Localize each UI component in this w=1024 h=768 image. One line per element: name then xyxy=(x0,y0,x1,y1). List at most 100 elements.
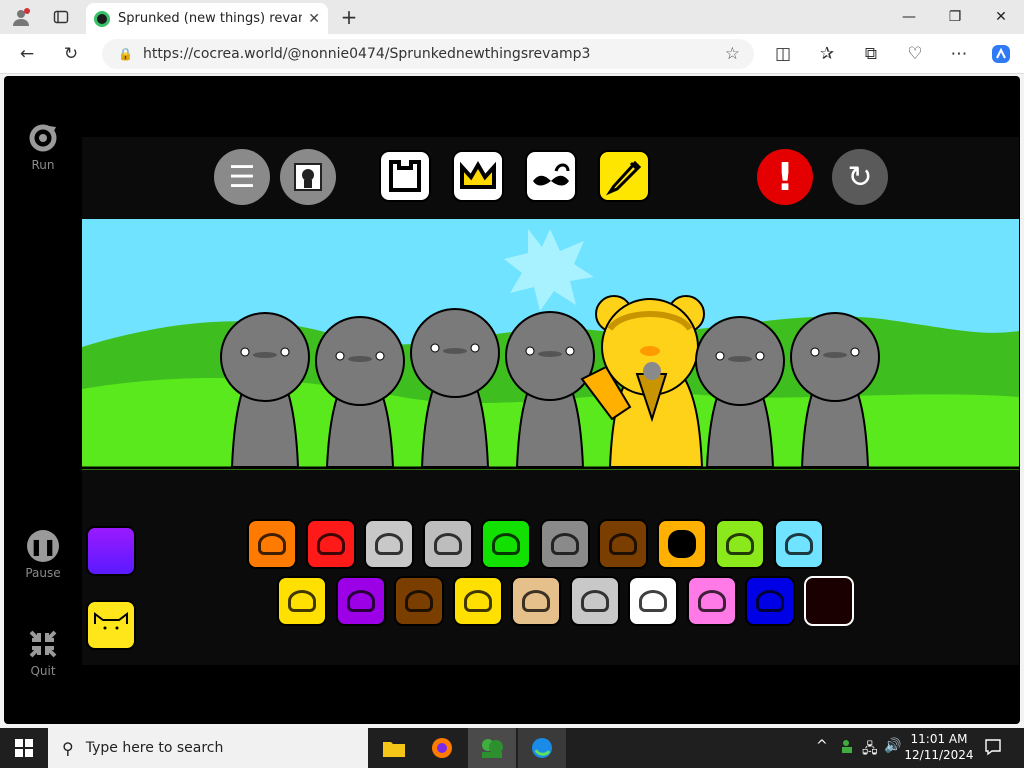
cat-ears-icon xyxy=(550,533,579,555)
flower-tile[interactable] xyxy=(481,519,531,569)
shirt-icon xyxy=(389,160,421,192)
cat-ears-tile[interactable] xyxy=(539,519,590,569)
box-head-tile[interactable] xyxy=(598,519,648,569)
yellow-character xyxy=(580,295,705,468)
gray-character-3 xyxy=(410,308,500,468)
address-field[interactable]: 🔒 https://cocrea.world/@nonnie0474/Sprun… xyxy=(102,39,754,69)
alert-button[interactable]: ! xyxy=(757,149,813,205)
sunglasses-icon xyxy=(784,533,813,555)
pink-bow-icon xyxy=(697,590,726,612)
url-text: https://cocrea.world/@nonnie0474/Sprunke… xyxy=(142,46,591,62)
gray-character-2 xyxy=(315,316,405,468)
browser-title-bar: Sprunked (new things) revamp3 b ✕ + — ❐ … xyxy=(0,0,1024,34)
picture-button[interactable] xyxy=(280,149,336,205)
pause-label: Pause xyxy=(25,566,61,580)
taskbar-search[interactable]: ⚲ Type here to search xyxy=(48,728,368,768)
pause-icon: ❚❚ xyxy=(27,530,59,562)
game-app-icon[interactable] xyxy=(468,728,516,768)
menu-icon: ☰ xyxy=(228,159,256,195)
shirt-button[interactable] xyxy=(379,150,431,202)
mustache-tile[interactable] xyxy=(511,576,561,626)
volume-icon[interactable]: 🔊 xyxy=(884,738,901,754)
menu-button[interactable]: ☰ xyxy=(214,149,270,205)
box-head-icon xyxy=(609,533,637,555)
bowl-tile[interactable] xyxy=(364,519,414,569)
tray-chevron-icon[interactable]: ^ xyxy=(816,738,828,754)
crown-icon xyxy=(460,161,496,189)
grass-icon xyxy=(726,533,754,555)
starburst-tile[interactable] xyxy=(277,576,327,626)
quit-button[interactable]: Quit xyxy=(22,628,64,678)
collections-icon[interactable]: ⧉ xyxy=(858,42,884,66)
refresh-icon[interactable]: ↻ xyxy=(58,42,84,66)
bow-button[interactable] xyxy=(525,150,577,202)
windows-taskbar: ⚲ Type here to search ^ 🖧 🔊 11:01 AM 12/… xyxy=(0,728,1024,768)
favorites-icon[interactable]: ✰ xyxy=(814,42,840,66)
minimize-icon[interactable]: — xyxy=(886,4,932,30)
gray-yellow-tile[interactable] xyxy=(422,519,473,569)
new-tab-icon[interactable]: + xyxy=(338,5,360,29)
browser-essentials-icon[interactable]: ♡ xyxy=(902,42,928,66)
purple-lines-tile[interactable] xyxy=(335,576,386,626)
tree-icon xyxy=(405,590,433,612)
reset-button[interactable]: ↻ xyxy=(832,149,888,205)
close-window-icon[interactable]: ✕ xyxy=(978,4,1024,30)
yellow-cat-icon xyxy=(94,612,128,630)
characters-layer xyxy=(220,295,880,468)
copilot-icon[interactable] xyxy=(988,42,1014,66)
game-stage: ☰ ! ↻ xyxy=(82,137,1019,665)
sunglasses-tile[interactable] xyxy=(773,519,824,569)
tab-title: Sprunked (new things) revamp3 b xyxy=(118,11,302,26)
run-icon xyxy=(29,124,57,152)
yellow-antenna-tile[interactable] xyxy=(452,576,503,626)
bow-icon xyxy=(533,163,570,186)
system-clock[interactable]: 11:01 AM 12/11/2024 xyxy=(904,731,974,763)
browser-tab[interactable]: Sprunked (new things) revamp3 b ✕ xyxy=(86,3,328,34)
profile-icon[interactable] xyxy=(10,6,32,28)
more-options-icon[interactable]: ⋯ xyxy=(946,42,972,66)
dark-square-tile[interactable] xyxy=(803,576,854,626)
edge-icon[interactable] xyxy=(518,728,566,768)
red-blob-tile[interactable] xyxy=(305,519,356,569)
tab-actions-icon[interactable] xyxy=(50,6,72,28)
black-blob-tile[interactable] xyxy=(656,519,707,569)
smile-screen-icon xyxy=(580,590,609,612)
lock-icon: 🔒 xyxy=(118,47,133,61)
notifications-icon[interactable] xyxy=(984,738,1002,760)
starburst-icon xyxy=(288,590,316,612)
web-page: Run ❚❚ Pause Quit ☰ ! ↻ xyxy=(0,74,1024,728)
close-tab-icon[interactable]: ✕ xyxy=(308,11,320,27)
run-button[interactable]: Run xyxy=(22,122,64,172)
grass-tile[interactable] xyxy=(715,519,765,569)
restore-icon[interactable]: ❐ xyxy=(932,4,978,30)
crown-button[interactable] xyxy=(452,150,504,202)
favorite-star-icon[interactable]: ☆ xyxy=(725,44,740,64)
quit-icon xyxy=(29,630,57,658)
gray-character-6 xyxy=(790,312,880,468)
alert-icon: ! xyxy=(776,155,794,199)
antenna-face-icon xyxy=(258,533,286,555)
antenna-face-tile[interactable] xyxy=(247,519,297,569)
white-cat-tile[interactable] xyxy=(628,576,678,626)
pause-button[interactable]: ❚❚ Pause xyxy=(22,530,64,580)
search-placeholder: Type here to search xyxy=(85,740,224,756)
gray-character-1 xyxy=(220,312,310,468)
tray-people-icon[interactable] xyxy=(840,738,856,758)
smile-screen-tile[interactable] xyxy=(569,576,620,626)
back-icon[interactable]: ← xyxy=(14,42,40,66)
start-button[interactable] xyxy=(0,728,48,768)
tree-tile[interactable] xyxy=(394,576,444,626)
firefox-icon[interactable] xyxy=(418,728,466,768)
marker-button[interactable] xyxy=(598,150,650,202)
search-icon: ⚲ xyxy=(62,738,74,758)
gray-character-4 xyxy=(505,311,595,468)
pink-bow-tile[interactable] xyxy=(686,576,737,626)
network-icon[interactable]: 🖧 xyxy=(862,738,878,762)
file-explorer-icon[interactable] xyxy=(370,728,418,768)
purple-square-tile[interactable] xyxy=(86,526,136,576)
blue-hood-tile[interactable] xyxy=(745,576,795,626)
game-scene xyxy=(82,219,1019,470)
yellow-cat-tile[interactable] xyxy=(86,600,136,650)
windows-logo-icon xyxy=(15,739,33,757)
split-screen-icon[interactable]: ◫ xyxy=(770,42,796,66)
